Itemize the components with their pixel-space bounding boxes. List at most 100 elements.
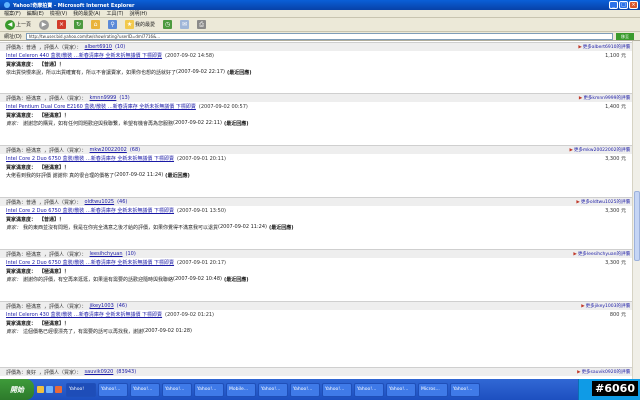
satisfaction-label: 買家滿意度： bbox=[6, 164, 37, 171]
minimize-button[interactable]: _ bbox=[609, 1, 618, 9]
buyer-link[interactable]: oldtwu1025 bbox=[85, 199, 115, 205]
more-ratings-link[interactable]: ▶ 更多albert6910的評價 bbox=[578, 44, 630, 51]
menu-help[interactable]: 說明(H) bbox=[129, 10, 147, 17]
task-list: Yahoo! Yahoo!... Yahoo!... Yahoo!... Yah… bbox=[66, 382, 480, 397]
home-button[interactable]: ⌂ bbox=[89, 19, 102, 30]
flag-icon: ▶ bbox=[581, 303, 585, 309]
comment-date: (2007-09-02 11:24) bbox=[218, 224, 267, 230]
satisfaction-tag: 【極滿意】！ bbox=[39, 320, 70, 327]
product-date: (2007-09-01 20:11) bbox=[177, 155, 226, 162]
product-link[interactable]: Intel Celeron 440 盒裝/散裝 …新春清庫存 全新未拆無議價 下… bbox=[6, 52, 162, 59]
more-ratings-link[interactable]: ▶ 更多oldtwu1025的評價 bbox=[576, 199, 630, 206]
address-input[interactable]: http://tw.user.bid.yahoo.com/tw/show/rat… bbox=[25, 32, 613, 40]
menu-view[interactable]: 檢視(V) bbox=[50, 10, 67, 17]
menu-favorites[interactable]: 我的最愛(A) bbox=[73, 10, 100, 17]
comment-text: 我的東西並沒有問題，我是在你完全滿意之後才給的評價，如果你覺得不滿意我可以退貨 bbox=[23, 224, 219, 231]
taskbar-item[interactable]: Yahoo!... bbox=[322, 382, 352, 397]
taskbar-item[interactable]: Mobile... bbox=[226, 382, 256, 397]
close-button[interactable]: × bbox=[629, 1, 638, 9]
buyer-score[interactable]: (10) bbox=[115, 44, 125, 50]
back-button[interactable]: ◀ 上一頁 bbox=[3, 19, 33, 30]
product-link[interactable]: Intel Celeron 430 盒裝/散裝 …新春清庫存 全新未拆無議價 下… bbox=[6, 311, 162, 318]
vertical-scrollbar[interactable] bbox=[632, 41, 640, 379]
scroll-thumb[interactable] bbox=[634, 191, 640, 261]
buyer-link[interactable]: leesihchyuan bbox=[90, 251, 123, 257]
taskbar-item[interactable]: Yahoo!... bbox=[130, 382, 160, 397]
flag-icon: ▶ bbox=[576, 199, 580, 205]
product-link[interactable]: Intel Pentium Dual Core E2160 盒裝/散裝 …新春清… bbox=[6, 103, 196, 110]
more-ratings-link[interactable]: ▶ 更多jikey1003的評價 bbox=[581, 303, 630, 310]
buyer-score[interactable]: (83943) bbox=[116, 369, 136, 375]
product-line: Intel Core 2 Duo 6750 盒裝/散裝 …新春清庫存 全新未拆無… bbox=[0, 206, 632, 215]
stop-button[interactable]: × bbox=[55, 19, 68, 30]
rating-header: 評價為：極滿意 ，評價人（買家）： mkw20022002 (68) ▶ 更多mk… bbox=[0, 145, 632, 154]
taskbar-item[interactable]: Yahoo!... bbox=[386, 382, 416, 397]
more-ratings-label: 更多mkw20022002的評價 bbox=[573, 148, 630, 153]
window-title: Yahoo!奇摩拍賣 - Microsoft Internet Explorer bbox=[13, 2, 135, 9]
more-ratings-link[interactable]: ▶ 更多mkw20022002的評價 bbox=[569, 147, 630, 154]
product-link[interactable]: Intel Core 2 Duo 6750 盒裝/散裝 …新春清庫存 全新未拆無… bbox=[6, 259, 174, 266]
buyer-score[interactable]: (13) bbox=[119, 95, 129, 101]
refresh-button[interactable]: ↻ bbox=[72, 19, 85, 30]
taskbar-item[interactable]: Yahoo!... bbox=[162, 382, 192, 397]
price: 1,100 元 bbox=[605, 53, 626, 59]
rating-entry: 評價為：極滿意 ，評價人（買家）： leesihchyuan (10) ▶ 更多l… bbox=[0, 249, 632, 283]
price: 800 元 bbox=[609, 312, 626, 318]
buyer-link[interactable]: mkw20022002 bbox=[90, 147, 127, 153]
forward-button[interactable]: ▶ bbox=[37, 19, 51, 30]
satisfaction-line: 買家滿意度： 【普通】！ bbox=[0, 215, 632, 223]
taskbar-item[interactable]: Yahoo! bbox=[66, 382, 96, 397]
mail-button[interactable]: ✉ bbox=[178, 19, 191, 30]
buyer-score[interactable]: (10) bbox=[126, 251, 136, 257]
more-ratings-link[interactable]: ▶ 更多leesihchyuan的評價 bbox=[573, 251, 630, 258]
window-titlebar: Yahoo!奇摩拍賣 - Microsoft Internet Explorer… bbox=[0, 0, 640, 10]
quick-launch-icon[interactable] bbox=[37, 386, 44, 393]
rater-label: ，評價人（買家）： bbox=[39, 44, 82, 51]
flag-icon: ▶ bbox=[569, 147, 573, 153]
taskbar-item[interactable]: Yahoo!... bbox=[194, 382, 224, 397]
rating-value: 評價為：極滿意 bbox=[6, 95, 42, 102]
history-icon: ◷ bbox=[163, 20, 173, 29]
quick-launch bbox=[37, 386, 62, 393]
buyer-score[interactable]: (46) bbox=[117, 199, 127, 205]
product-link[interactable]: Intel Core 2 Duo 6750 盒裝/散裝 …新春清庫存 全新未拆無… bbox=[6, 207, 174, 214]
buyer-score[interactable]: (68) bbox=[130, 147, 140, 153]
rating-value: 評價為：良好 bbox=[6, 369, 37, 376]
forward-arrow-icon: ▶ bbox=[39, 19, 50, 30]
rating-header: 評價為：普通 ，評價人（買家）： oldtwu1025 (46) ▶ 更多oldt… bbox=[0, 197, 632, 206]
menu-tools[interactable]: 工具(T) bbox=[107, 10, 124, 17]
satisfaction-label: 買家滿意度： bbox=[6, 112, 37, 119]
comment-text: 謝謝您的購買，如有任何問題歡迎與我聯繫，希望有機會再為您服務 bbox=[23, 120, 174, 127]
quick-launch-icon[interactable] bbox=[55, 386, 62, 393]
taskbar-item[interactable]: Micros... bbox=[418, 382, 448, 397]
buyer-link[interactable]: albert6910 bbox=[85, 44, 112, 50]
buyer-link[interactable]: jikey1003 bbox=[90, 303, 114, 309]
latest-reply-tag: (最近回應) bbox=[269, 224, 294, 231]
rating-value: 評價為：極滿意 bbox=[6, 303, 42, 310]
more-ratings-link[interactable]: ▶ 更多sauvik0920的評價 bbox=[577, 369, 630, 376]
print-button[interactable]: ⎙ bbox=[195, 19, 208, 30]
taskbar-item[interactable]: Yahoo!... bbox=[98, 382, 128, 397]
favorites-button[interactable]: ★ 我的最愛 bbox=[123, 19, 157, 30]
quick-launch-icon[interactable] bbox=[46, 386, 53, 393]
menu-edit[interactable]: 編輯(E) bbox=[27, 10, 44, 17]
menu-file[interactable]: 檔案(F) bbox=[4, 10, 21, 17]
buyer-link[interactable]: sauvik0920 bbox=[85, 369, 114, 375]
taskbar-item[interactable]: Yahoo!... bbox=[290, 382, 320, 397]
product-date: (2007-09-01 13:50) bbox=[177, 207, 226, 214]
buyer-link[interactable]: kmnn9999 bbox=[90, 95, 117, 101]
go-button[interactable]: 移至 bbox=[616, 32, 634, 40]
start-button[interactable]: 開始 bbox=[0, 379, 34, 400]
more-ratings-link[interactable]: ▶ 更多kmnn9999的評價 bbox=[579, 95, 630, 102]
search-button[interactable]: ⚲ bbox=[106, 19, 119, 30]
taskbar-item[interactable]: Yahoo!... bbox=[258, 382, 288, 397]
product-date: (2007-09-02 01:21) bbox=[165, 311, 215, 318]
product-link[interactable]: Intel Core 2 Duo 6750 盒裝/散裝 …新春清庫存 全新未拆無… bbox=[6, 155, 174, 162]
product-date: (2007-09-01 20:17) bbox=[177, 259, 226, 266]
buyer-score[interactable]: (46) bbox=[117, 303, 127, 309]
page-content: 評價為：普通 ，評價人（買家）： albert6910 (10) ▶ 更多albe… bbox=[0, 41, 632, 379]
taskbar-item[interactable]: Yahoo!... bbox=[354, 382, 384, 397]
maximize-button[interactable]: □ bbox=[619, 1, 628, 9]
history-button[interactable]: ◷ bbox=[161, 19, 174, 30]
taskbar-item[interactable]: Yahoo!... bbox=[450, 382, 480, 397]
